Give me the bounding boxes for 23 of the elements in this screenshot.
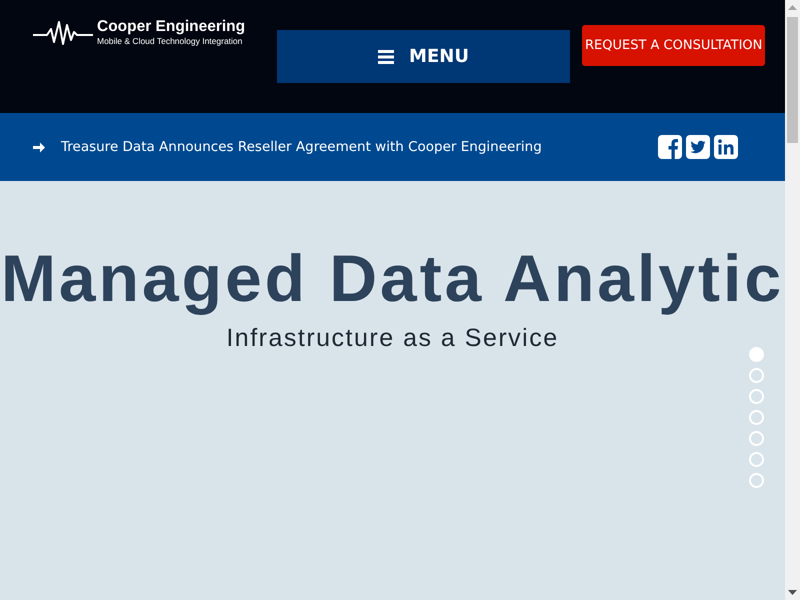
arrow-right-icon <box>33 142 45 152</box>
news-headline-link[interactable]: Treasure Data Announces Reseller Agreement with Cooper Engineering <box>61 139 542 155</box>
slide-dot-icon[interactable] <box>749 431 764 446</box>
company-name: Cooper Engineering <box>97 18 246 36</box>
company-tagline: Mobile & Cloud Technology Integration <box>97 36 244 47</box>
slide-dot-icon[interactable] <box>749 452 764 467</box>
linkedin-icon[interactable] <box>714 135 738 159</box>
slide-dot-icon[interactable] <box>749 347 764 362</box>
slide-dot-icon[interactable] <box>749 410 764 425</box>
scrollbar-thumb[interactable] <box>787 17 798 143</box>
scroll-up-icon[interactable] <box>788 5 797 10</box>
slide-dot-icon[interactable] <box>749 368 764 383</box>
slide-dot-icon[interactable] <box>749 473 764 488</box>
menu-icon <box>378 50 394 64</box>
waveform-logo-icon <box>33 20 93 46</box>
slide-dot-icon[interactable] <box>749 389 764 404</box>
scrollbar[interactable] <box>785 0 800 600</box>
facebook-icon[interactable] <box>658 135 682 159</box>
scroll-down-icon[interactable] <box>788 590 797 595</box>
hero-subtitle: Infrastructure as a Service <box>226 326 559 351</box>
bird-icon[interactable] <box>686 135 710 159</box>
menu-button[interactable]: MENU <box>277 30 570 83</box>
request-consultation-button[interactable]: REQUEST A CONSULTATION <box>582 25 766 66</box>
